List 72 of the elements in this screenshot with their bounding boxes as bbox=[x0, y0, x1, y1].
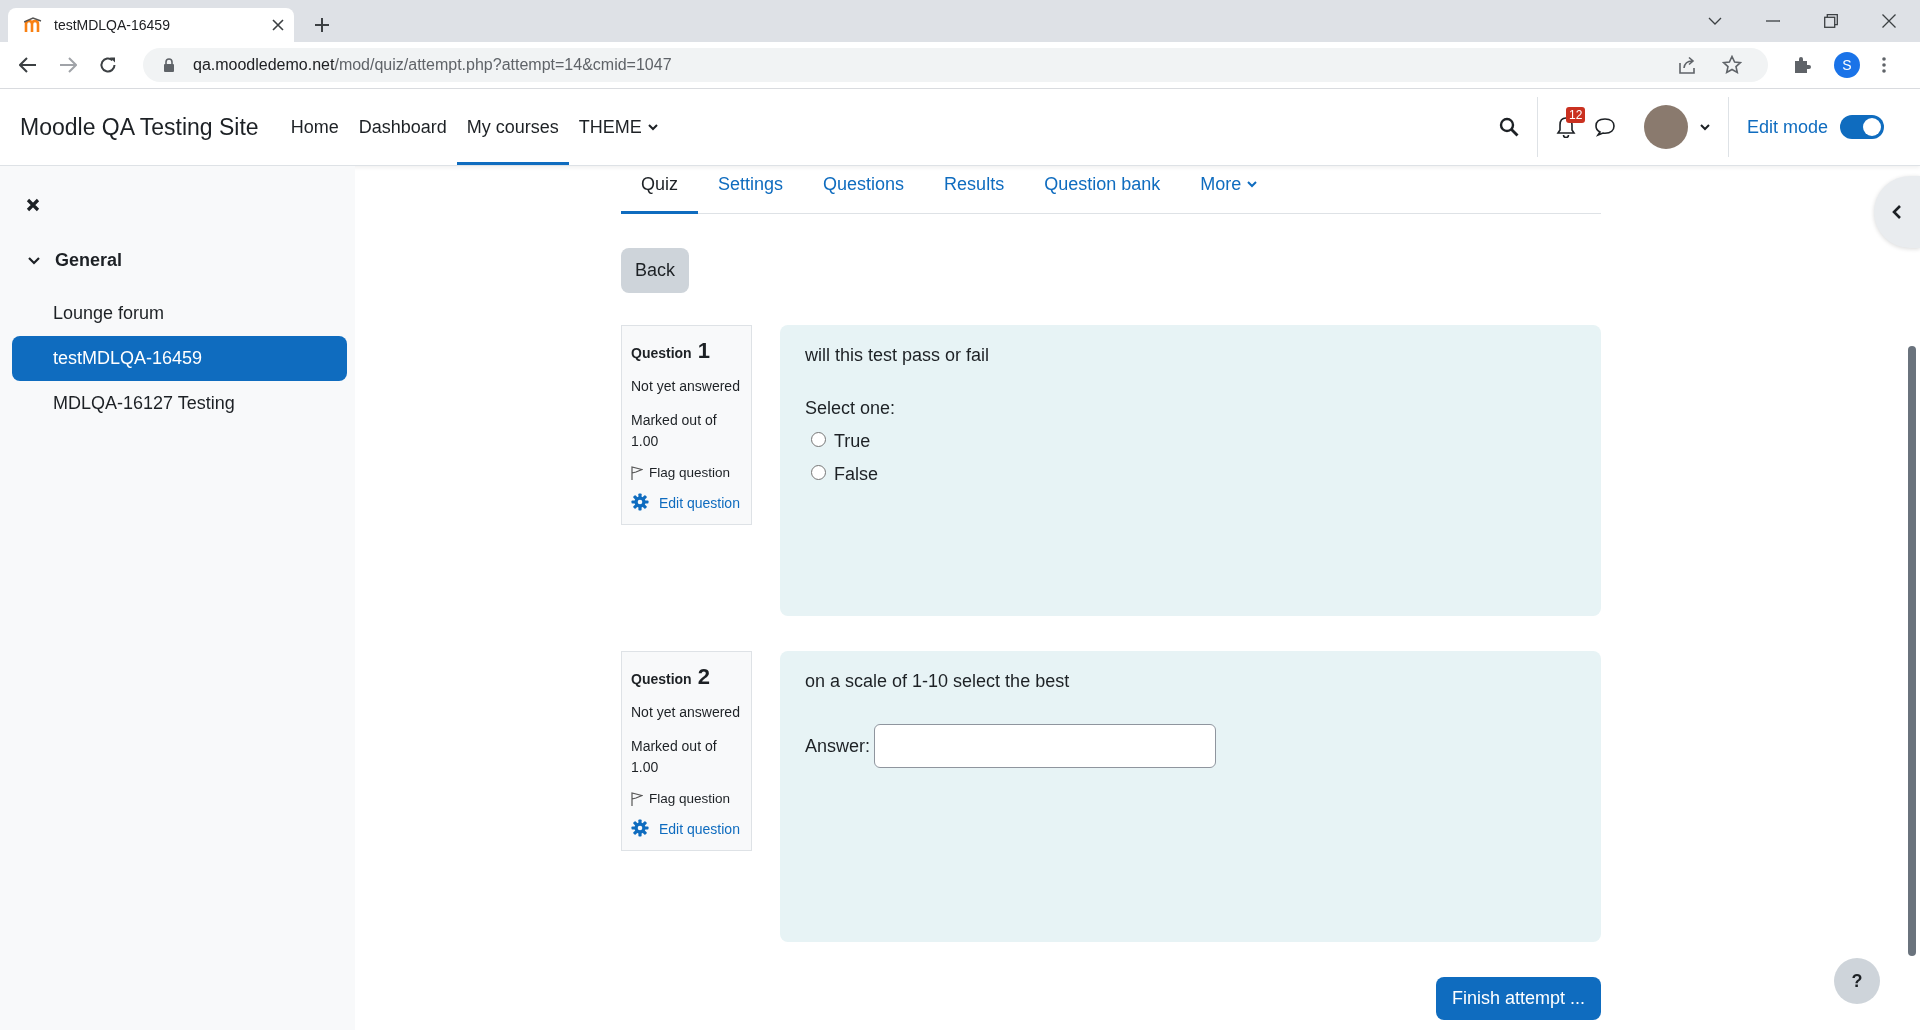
caret-down-icon bbox=[1247, 181, 1258, 188]
radio-button[interactable] bbox=[811, 465, 826, 480]
chevron-down-icon[interactable] bbox=[1708, 17, 1722, 25]
tab[interactable]: Quiz bbox=[621, 166, 698, 214]
browser-tab[interactable]: testMDLQA-16459 bbox=[8, 8, 294, 42]
question-status: Not yet answered bbox=[631, 703, 741, 722]
plus-icon[interactable] bbox=[314, 17, 330, 33]
nav-dropdown[interactable]: THEME bbox=[568, 89, 668, 165]
back-button[interactable]: Back bbox=[621, 248, 690, 293]
question-number: Question 1 bbox=[631, 338, 711, 364]
flag-icon bbox=[631, 465, 643, 480]
site-name[interactable]: Moodle QA Testing Site bbox=[20, 113, 259, 141]
lock-icon bbox=[163, 58, 175, 72]
section-toggle[interactable]: General bbox=[0, 250, 355, 271]
question-marks: Marked out of 1.00 bbox=[631, 736, 718, 778]
question-text: will this test pass or fail bbox=[805, 345, 991, 366]
edit-question-link[interactable]: Edit question bbox=[631, 818, 742, 841]
course-index-item[interactable]: testMDLQA-16459 bbox=[12, 336, 347, 381]
flag-question-link[interactable]: Flag question bbox=[631, 791, 742, 807]
restore-icon[interactable] bbox=[1824, 14, 1838, 28]
back-arrow-icon[interactable] bbox=[19, 57, 37, 73]
nav-link[interactable]: Dashboard bbox=[348, 89, 457, 165]
question-text: on a scale of 1-10 select the best bbox=[805, 671, 1071, 692]
tab[interactable]: Results bbox=[924, 166, 1025, 214]
notification-badge: 12 bbox=[1565, 107, 1586, 123]
chevron-left-icon bbox=[1892, 205, 1902, 219]
edit-mode-toggle[interactable] bbox=[1840, 115, 1884, 139]
course-index-item[interactable]: MDLQA-16127 Testing bbox=[12, 381, 347, 426]
question-status: Not yet answered bbox=[631, 377, 741, 396]
edit-mode-label: Edit mode bbox=[1746, 116, 1828, 138]
chat-bubble-icon[interactable] bbox=[1593, 117, 1616, 137]
answer-field[interactable] bbox=[874, 724, 1217, 768]
course-index-item[interactable]: Lounge forum bbox=[12, 291, 347, 336]
puzzle-piece-icon[interactable] bbox=[1792, 55, 1812, 75]
flag-icon bbox=[631, 791, 643, 806]
scrollbar-thumb[interactable] bbox=[1908, 346, 1916, 956]
user-avatar[interactable] bbox=[1643, 105, 1688, 149]
star-icon[interactable] bbox=[1722, 55, 1742, 75]
flag-question-link[interactable]: Flag question bbox=[631, 465, 742, 481]
nav-link[interactable]: Home bbox=[280, 89, 349, 165]
answer-option[interactable]: False bbox=[805, 458, 1576, 491]
tab-title: testMDLQA-16459 bbox=[54, 17, 171, 33]
tab-dropdown[interactable]: More bbox=[1180, 166, 1278, 214]
gear-icon bbox=[631, 493, 649, 512]
radio-button[interactable] bbox=[811, 432, 826, 447]
moodle-logo-icon bbox=[24, 17, 44, 33]
help-button[interactable]: ? bbox=[1834, 958, 1880, 1004]
close-icon[interactable] bbox=[1882, 14, 1896, 28]
answer-option[interactable]: True bbox=[805, 425, 1576, 458]
answer-label: Answer: bbox=[805, 735, 871, 757]
close-icon[interactable] bbox=[26, 198, 40, 212]
search-icon[interactable] bbox=[1498, 117, 1519, 137]
close-icon[interactable] bbox=[272, 19, 284, 31]
tab[interactable]: Question bank bbox=[1024, 166, 1181, 214]
profile-avatar[interactable]: S bbox=[1834, 52, 1860, 78]
kebab-menu-icon[interactable] bbox=[1882, 57, 1886, 73]
caret-down-icon bbox=[647, 123, 658, 131]
share-icon[interactable] bbox=[1678, 56, 1698, 74]
address-bar[interactable]: qa.moodledemo.net/mod/quiz/attempt.php?attempt=14&cmid=1047 bbox=[143, 48, 1768, 82]
tab[interactable]: Settings bbox=[698, 166, 804, 214]
reload-icon[interactable] bbox=[99, 56, 117, 74]
edit-question-link[interactable]: Edit question bbox=[631, 492, 742, 515]
url-text: qa.moodledemo.net/mod/quiz/attempt.php?attempt=14&cmid=1047 bbox=[193, 56, 672, 74]
question-number: Question 2 bbox=[631, 664, 711, 690]
drawer-toggle-button[interactable] bbox=[1874, 176, 1920, 248]
question-marks: Marked out of 1.00 bbox=[631, 410, 718, 452]
gear-icon bbox=[631, 819, 649, 838]
caret-down-icon[interactable] bbox=[1699, 123, 1710, 131]
tab[interactable]: Questions bbox=[803, 166, 925, 214]
nav-link[interactable]: My courses bbox=[456, 89, 569, 165]
answer-prompt: Select one: bbox=[805, 398, 897, 419]
finish-attempt-button[interactable]: Finish attempt ... bbox=[1435, 977, 1601, 1020]
